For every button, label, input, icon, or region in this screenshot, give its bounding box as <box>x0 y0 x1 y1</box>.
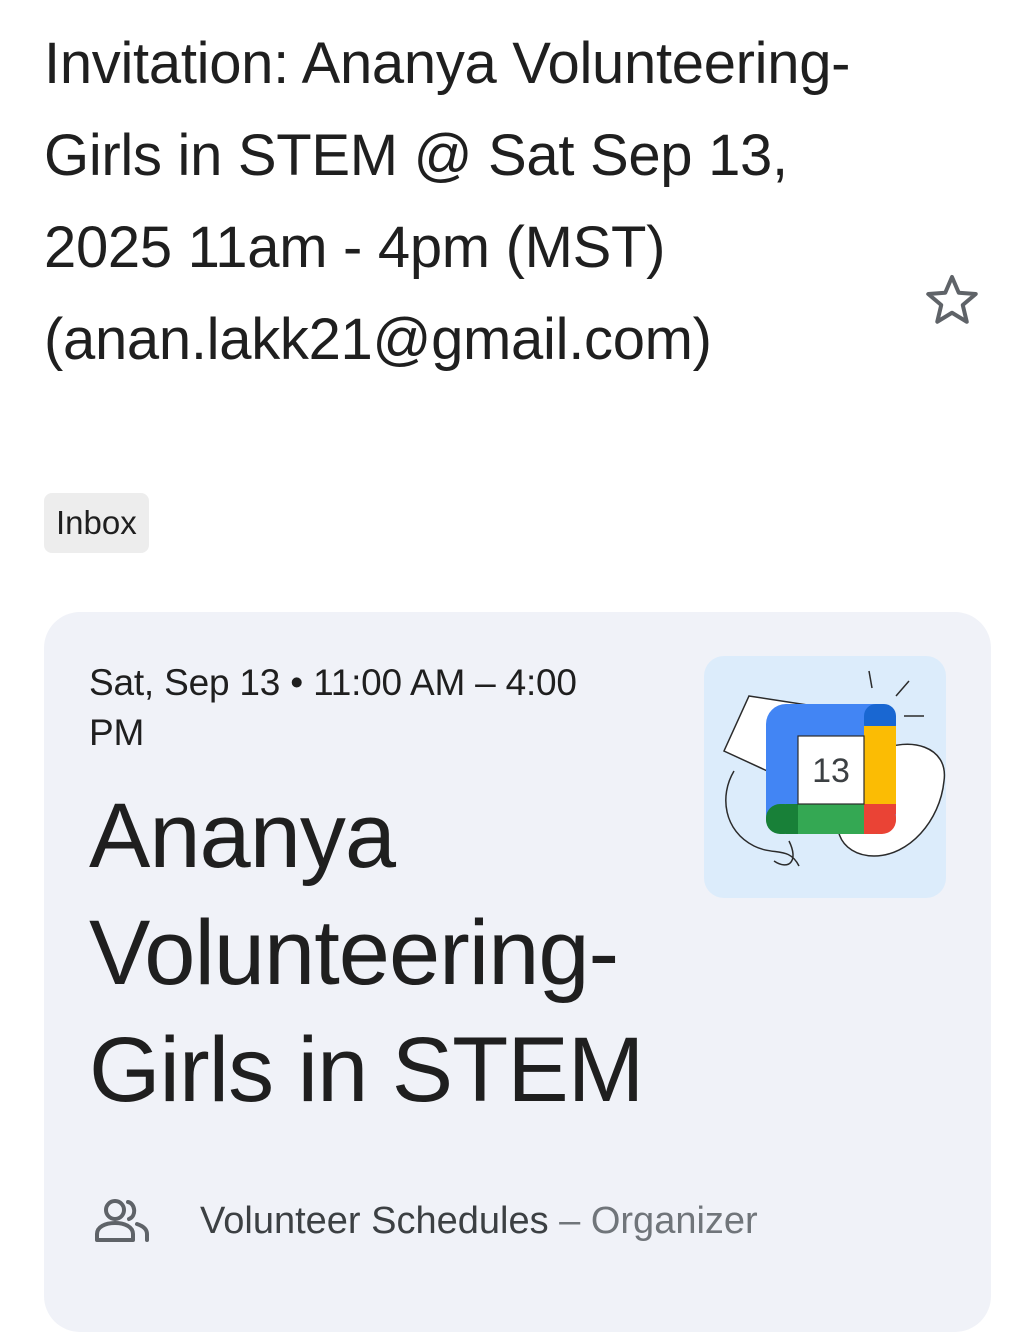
organizer-text: Volunteer Schedules – Organizer <box>200 1200 758 1243</box>
star-button[interactable] <box>918 266 986 334</box>
organizer-name: Volunteer Schedules <box>200 1199 549 1242</box>
email-subject: Invitation: Ananya Volunteering- Girls i… <box>44 31 851 372</box>
star-outline-icon <box>926 275 978 324</box>
calendar-invite-card[interactable]: Sat, Sep 13 • 11:00 AM – 4:00 PM Ananya … <box>44 612 991 1332</box>
people-icon <box>89 1188 155 1254</box>
organizer-separator: – <box>548 1199 591 1242</box>
inbox-label-chip[interactable]: Inbox <box>44 493 149 553</box>
calendar-day-number: 13 <box>812 752 850 790</box>
organizer-row: Volunteer Schedules – Organizer <box>89 1188 949 1254</box>
calendar-illustration: 13 <box>704 656 946 898</box>
event-title: Ananya Volunteering- Girls in STEM <box>89 785 644 1121</box>
organizer-role: Organizer <box>590 1199 758 1242</box>
event-datetime: Sat, Sep 13 • 11:00 AM – 4:00 PM <box>89 662 577 753</box>
